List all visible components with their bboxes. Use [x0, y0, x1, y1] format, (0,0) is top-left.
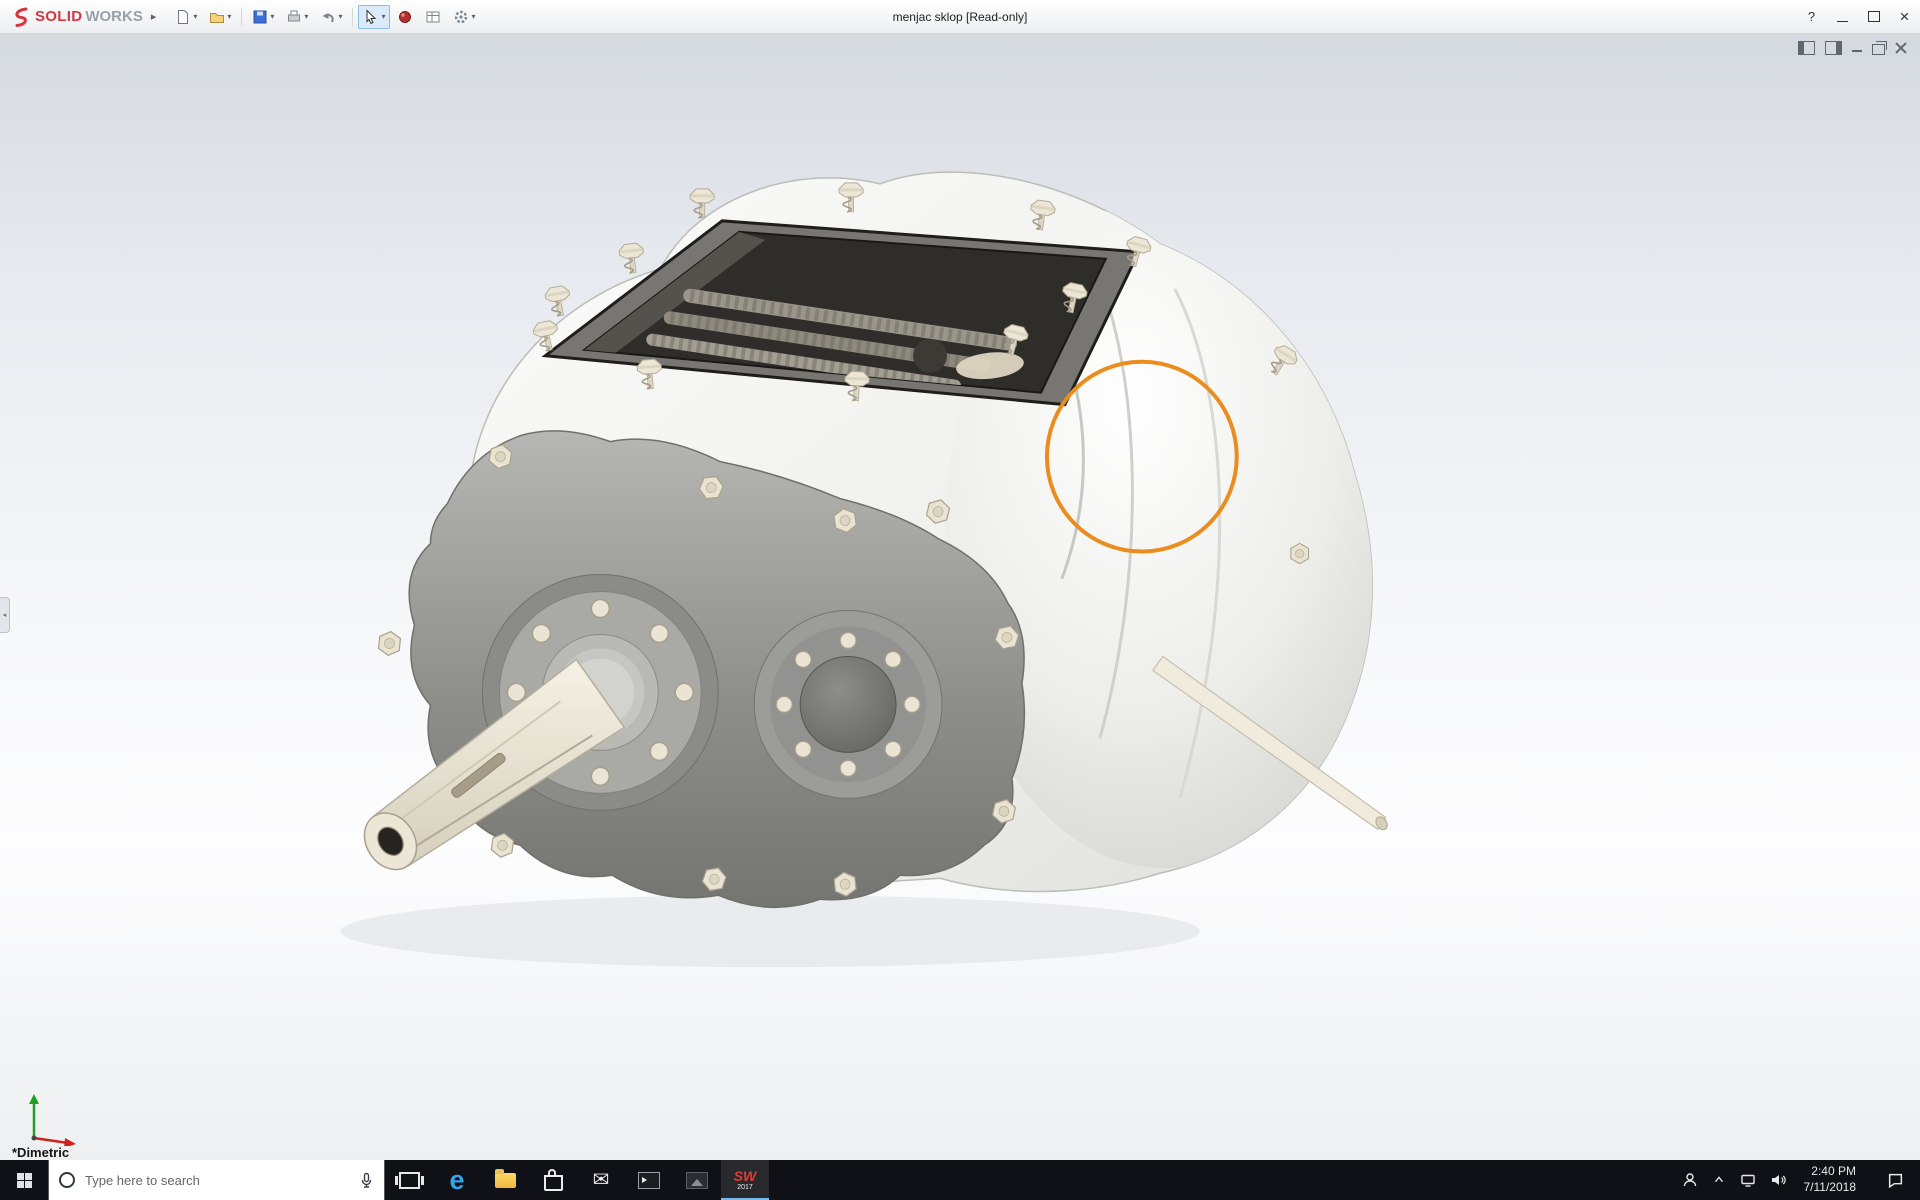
cortana-icon — [59, 1172, 75, 1188]
minimize-icon — [1837, 20, 1848, 22]
gear-icon — [455, 10, 468, 23]
print-button[interactable]: ▾ — [281, 5, 313, 29]
solidworks-icon: SW 2017 — [733, 1168, 757, 1191]
envelope-icon: ✉ — [592, 1169, 610, 1191]
solidworks-logo: SOLID WORKS — [0, 6, 145, 28]
orientation-triad — [29, 1094, 76, 1146]
taskbar-clock[interactable]: 2:40 PM 7/11/2018 — [1800, 1164, 1861, 1195]
edge-button[interactable]: e — [433, 1160, 481, 1200]
pane-left-icon[interactable] — [1798, 41, 1815, 55]
menu-expand-arrow[interactable]: ▸ — [145, 8, 163, 25]
dropdown-caret-icon[interactable]: ▾ — [227, 12, 231, 21]
undo-button[interactable]: ▾ — [315, 5, 347, 29]
undo-icon — [322, 12, 335, 22]
edge-icon: e — [449, 1164, 465, 1195]
close-button[interactable]: × — [1889, 0, 1920, 33]
microphone-icon[interactable] — [359, 1172, 374, 1188]
volume-icon[interactable] — [1770, 1172, 1786, 1188]
action-center-icon — [1888, 1173, 1902, 1188]
triad-origin — [31, 1135, 37, 1141]
select-tool-button[interactable]: ▾ — [358, 4, 391, 29]
ds-logo-icon — [15, 7, 28, 27]
solidworks-window: SOLID WORKS ▸ ▾ ▾ ▾ ▾ ▾ ▾ ▾ menjac sklop… — [0, 0, 1920, 1200]
triad-x-axis — [33, 1136, 69, 1145]
dropdown-caret-icon[interactable]: ▾ — [193, 12, 197, 21]
pane-right-icon[interactable] — [1825, 41, 1842, 55]
dropdown-caret-icon[interactable]: ▾ — [338, 12, 342, 21]
clock-time: 2:40 PM — [1811, 1164, 1856, 1179]
doc-restore-icon[interactable] — [1872, 41, 1887, 55]
maximize-button[interactable] — [1858, 0, 1889, 33]
minimize-button[interactable] — [1827, 0, 1858, 33]
document-title: menjac sklop [Read-only] — [892, 9, 1028, 24]
appearance-button[interactable] — [392, 5, 418, 29]
solidworks-taskbar-button[interactable]: SW 2017 — [721, 1160, 769, 1200]
doc-close-icon[interactable] — [1895, 42, 1908, 55]
view-orientation-label: *Dimetric — [12, 1145, 70, 1160]
command-prompt-button[interactable] — [625, 1160, 673, 1200]
windows-logo-icon — [16, 1172, 32, 1188]
options-button[interactable]: ▾ — [448, 5, 480, 29]
document-window-controls — [1798, 41, 1908, 55]
dropdown-caret-icon[interactable]: ▾ — [270, 12, 274, 21]
task-view-icon — [394, 1171, 424, 1189]
clock-date: 7/11/2018 — [1803, 1180, 1857, 1194]
file-explorer-button[interactable] — [481, 1160, 529, 1200]
save-button[interactable]: ▾ — [247, 5, 279, 29]
feature-tree-collapse-tab[interactable]: ◂ — [0, 597, 10, 633]
search-input[interactable] — [83, 1171, 351, 1189]
toolbar-separator — [241, 7, 243, 26]
shopping-bag-icon — [543, 1169, 563, 1191]
folder-icon — [494, 1168, 516, 1188]
task-view-button[interactable] — [385, 1160, 433, 1200]
appearance-sphere-icon — [399, 10, 412, 23]
network-icon[interactable] — [1740, 1172, 1756, 1188]
dropdown-caret-icon[interactable]: ▾ — [471, 12, 475, 21]
titlebar: SOLID WORKS ▸ ▾ ▾ ▾ ▾ ▾ ▾ ▾ menjac sklop… — [0, 0, 1920, 34]
people-icon[interactable] — [1682, 1172, 1698, 1188]
select-cursor-icon — [366, 8, 377, 24]
dropdown-caret-icon[interactable]: ▾ — [304, 12, 308, 21]
mail-button[interactable]: ✉ — [577, 1160, 625, 1200]
taskbar-search[interactable] — [48, 1160, 385, 1200]
help-button[interactable]: ? — [1796, 0, 1827, 33]
open-button[interactable]: ▾ — [204, 5, 236, 29]
start-button[interactable] — [0, 1160, 48, 1200]
doc-minimize-icon[interactable] — [1852, 43, 1862, 53]
system-tray: 2:40 PM 7/11/2018 — [1682, 1160, 1920, 1200]
maximize-icon — [1867, 11, 1880, 22]
window-controls: ? × — [1796, 0, 1920, 33]
gearbox-model[interactable] — [0, 34, 1920, 1160]
graphics-viewport[interactable]: ◂ *Dimetric — [0, 34, 1920, 1160]
triad-y-arrowhead — [29, 1094, 39, 1104]
photos-button[interactable] — [673, 1160, 721, 1200]
new-document-button[interactable]: ▾ — [170, 5, 202, 29]
console-icon — [638, 1171, 660, 1189]
store-button[interactable] — [529, 1160, 577, 1200]
design-table-button[interactable] — [420, 5, 446, 29]
open-folder-icon — [210, 12, 225, 23]
new-document-icon — [178, 9, 189, 24]
windows-taskbar: e ✉ SW 2017 — [0, 1160, 1920, 1200]
action-center-button[interactable] — [1874, 1160, 1916, 1200]
bearing-cover — [753, 609, 943, 799]
brand-text-works: WORKS — [85, 8, 143, 25]
chevron-up-icon[interactable] — [1712, 1173, 1726, 1187]
toolbar-separator — [352, 7, 354, 26]
taskbar-apps: e ✉ SW 2017 — [385, 1160, 769, 1200]
quick-access-toolbar: ▾ ▾ ▾ ▾ ▾ ▾ ▾ — [170, 4, 480, 29]
design-table-icon — [426, 11, 440, 22]
photos-icon — [686, 1171, 708, 1189]
brand-text-solid: SOLID — [35, 8, 83, 25]
save-icon — [253, 10, 267, 23]
dropdown-caret-icon[interactable]: ▾ — [381, 12, 385, 21]
print-icon — [288, 10, 301, 21]
